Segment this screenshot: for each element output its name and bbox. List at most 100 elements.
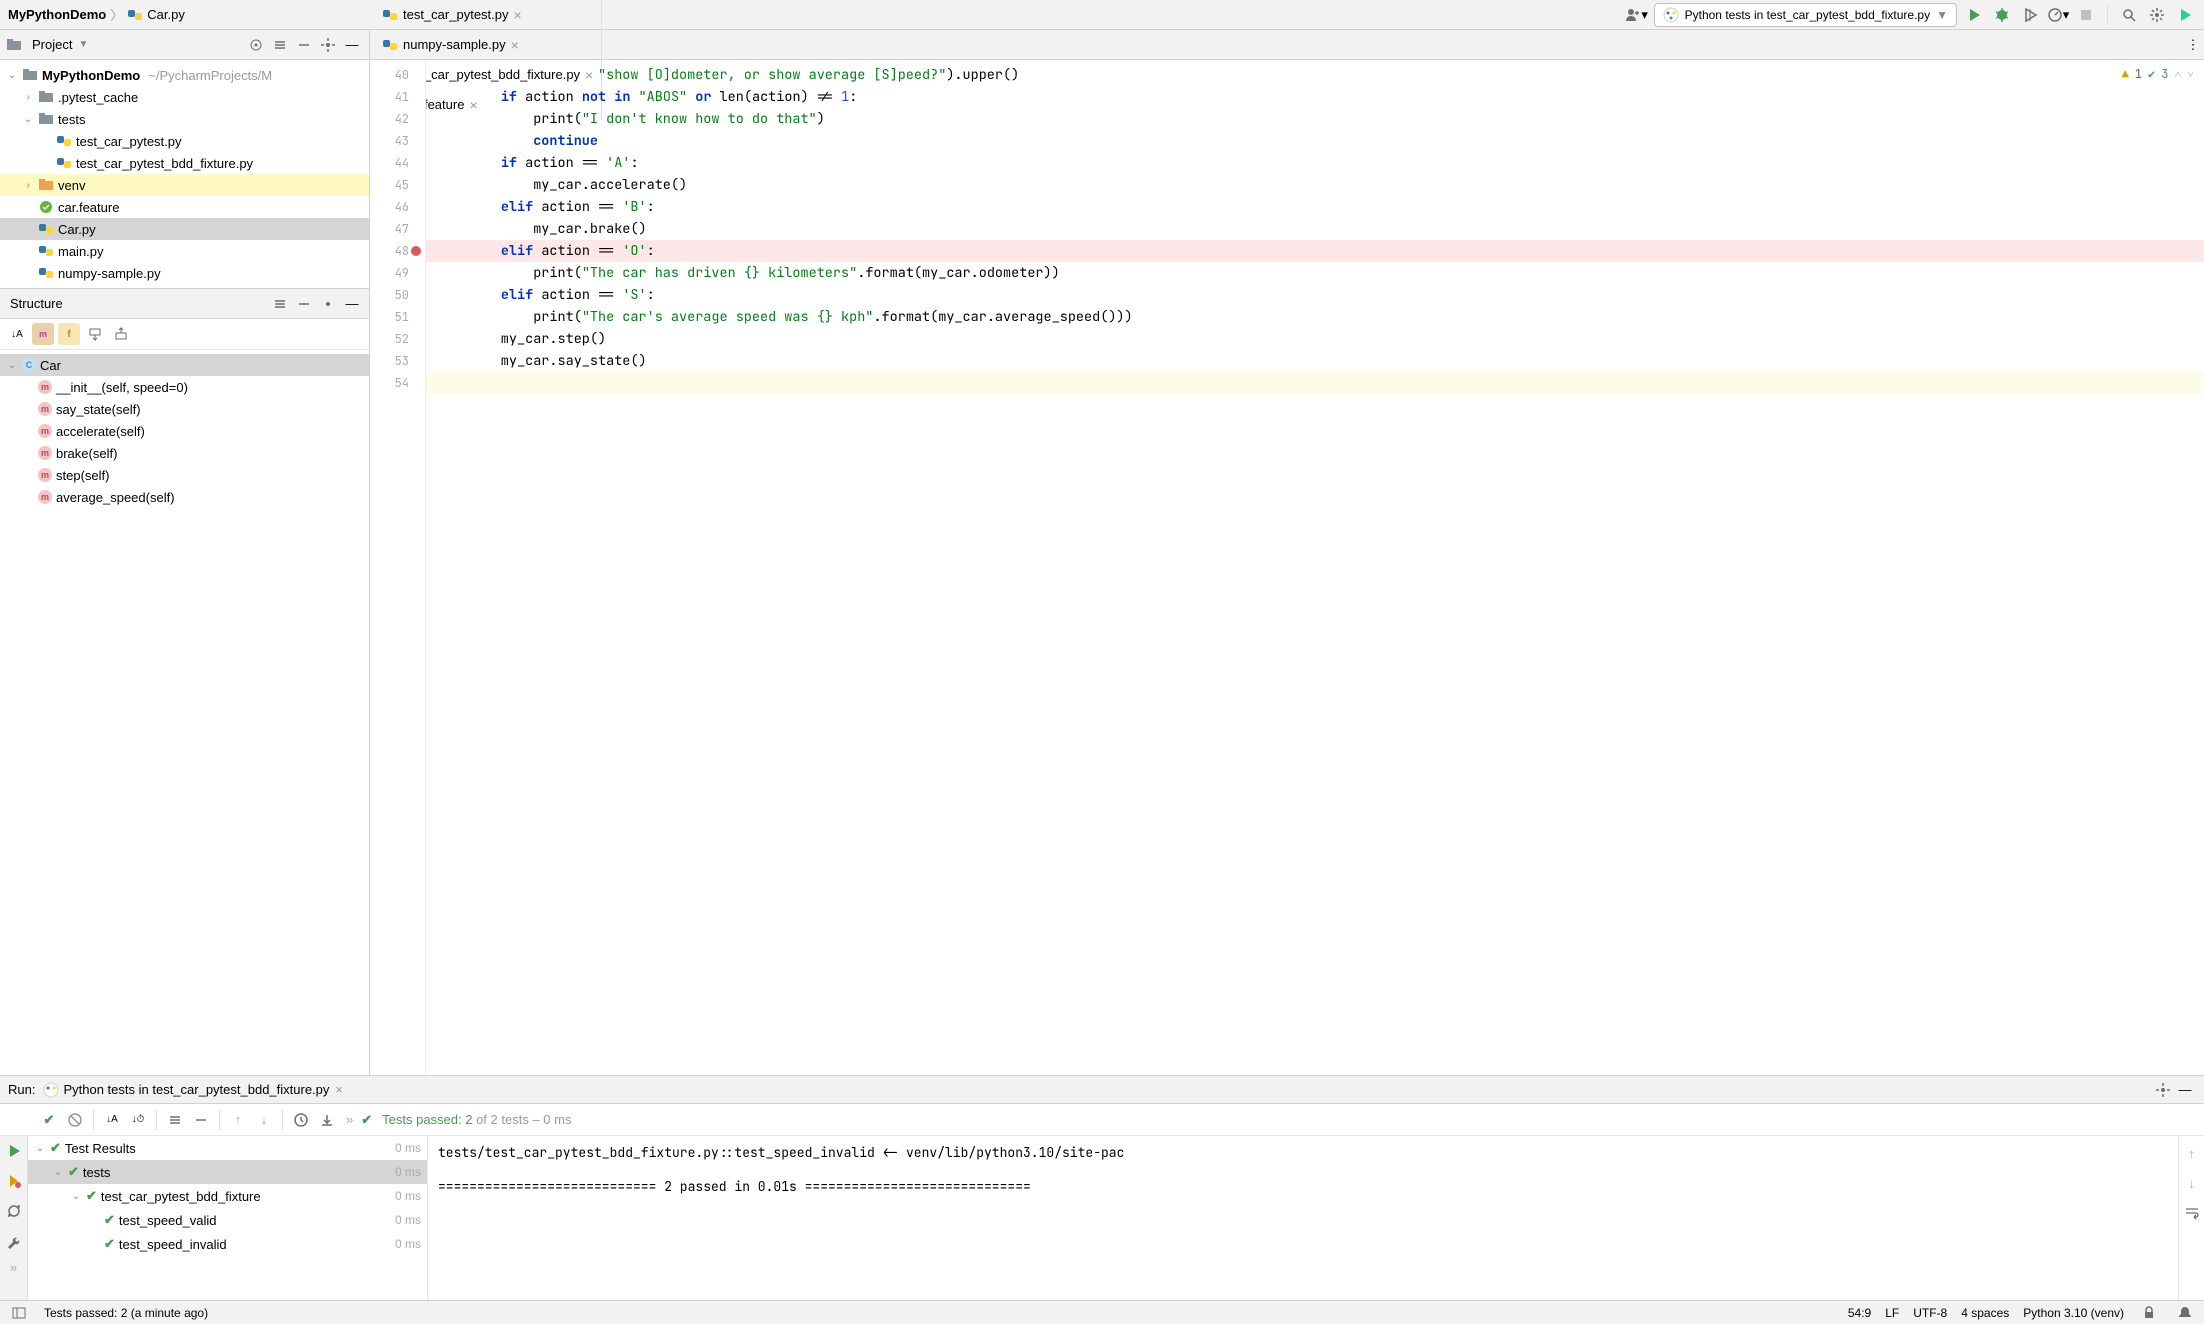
run-config-label: Python tests in test_car_pytest_bdd_fixt… — [1685, 8, 1930, 22]
search-button[interactable] — [2118, 4, 2140, 26]
coverage-button[interactable] — [2019, 4, 2041, 26]
hide-icon[interactable]: — — [2174, 1079, 2196, 1101]
filter-methods-icon[interactable]: m — [32, 323, 54, 345]
test-result-row[interactable]: ⌄✔tests0 ms — [28, 1160, 427, 1184]
structure-tree[interactable]: ⌄ C Car m__init__(self, speed=0)msay_sta… — [0, 350, 369, 1075]
gear-icon[interactable] — [317, 34, 339, 56]
test-results-tree[interactable]: ⌄✔Test Results0 ms⌄✔tests0 ms⌄✔test_car_… — [28, 1136, 428, 1300]
wrench-icon[interactable] — [3, 1230, 25, 1252]
hide-icon[interactable]: — — [341, 34, 363, 56]
notifications-icon[interactable] — [2174, 1302, 2196, 1324]
debug-button[interactable] — [1991, 4, 2013, 26]
project-folder-icon — [22, 67, 38, 83]
project-root[interactable]: ⌄ MyPythonDemo ~/PycharmProjects/M — [0, 64, 369, 86]
collapse-all-icon[interactable] — [293, 293, 315, 315]
lock-icon[interactable] — [2138, 1302, 2160, 1324]
rerun-button[interactable] — [3, 1140, 25, 1162]
test-console[interactable]: tests/test_car_pytest_bdd_fixture.py::te… — [428, 1136, 2178, 1300]
file-encoding[interactable]: UTF-8 — [1913, 1306, 1947, 1320]
project-item[interactable]: numpy-sample.py — [0, 262, 369, 284]
editor-gutter[interactable]: 404142434445464748495051525354 — [370, 60, 426, 1075]
project-item[interactable]: ›.pytest_cache — [0, 86, 369, 108]
test-history-icon[interactable] — [290, 1109, 312, 1131]
breadcrumb-file[interactable]: Car.py — [147, 7, 185, 22]
run-button[interactable] — [1963, 4, 1985, 26]
project-item[interactable]: test_car_pytest.py — [0, 130, 369, 152]
dropdown-icon[interactable]: ▼ — [78, 39, 88, 50]
more-icon[interactable]: » — [10, 1260, 17, 1275]
sort-alpha-icon[interactable]: ↓A — [6, 323, 28, 345]
collapse-all-icon[interactable] — [293, 34, 315, 56]
close-icon[interactable]: × — [335, 1082, 343, 1097]
autoscroll-to-icon[interactable] — [84, 323, 106, 345]
test-result-row[interactable]: ✔test_speed_invalid0 ms — [28, 1232, 427, 1256]
structure-member[interactable]: m__init__(self, speed=0) — [0, 376, 369, 398]
test-result-row[interactable]: ✔test_speed_valid0 ms — [28, 1208, 427, 1232]
soft-wrap-icon[interactable] — [2181, 1202, 2203, 1224]
add-user-icon[interactable]: ▾ — [1626, 4, 1648, 26]
rerun-failed-icon[interactable] — [3, 1170, 25, 1192]
prev-failed-icon[interactable]: ↑ — [227, 1109, 249, 1131]
code-editor[interactable]: 404142434445464748495051525354 "show [O]… — [370, 60, 2204, 1075]
structure-member[interactable]: maverage_speed(self) — [0, 486, 369, 508]
expand-all-icon[interactable] — [269, 293, 291, 315]
scroll-down-icon[interactable]: ↓ — [2181, 1172, 2203, 1194]
prev-highlight-icon[interactable]: ˄ — [2174, 66, 2181, 82]
settings-button[interactable] — [2146, 4, 2168, 26]
project-item[interactable]: main.py — [0, 240, 369, 262]
autoscroll-from-icon[interactable] — [110, 323, 132, 345]
breakpoint-icon[interactable] — [411, 246, 421, 256]
next-highlight-icon[interactable]: ˅ — [2187, 66, 2194, 82]
project-item[interactable]: car.feature — [0, 196, 369, 218]
structure-member[interactable]: maccelerate(self) — [0, 420, 369, 442]
pycharm-icon[interactable] — [2174, 4, 2196, 26]
close-icon[interactable]: × — [511, 37, 519, 53]
next-failed-icon[interactable]: ↓ — [253, 1109, 275, 1131]
project-item[interactable]: Car.py — [0, 218, 369, 240]
filter-fields-icon[interactable]: f — [58, 323, 80, 345]
sort-duration-icon[interactable]: ↓⏱ — [127, 1109, 149, 1131]
project-item[interactable]: ›venv — [0, 174, 369, 196]
gear-icon[interactable] — [2152, 1079, 2174, 1101]
project-view-title[interactable]: Project — [32, 37, 72, 52]
hide-icon[interactable]: — — [341, 293, 363, 315]
profile-button[interactable]: ▾ — [2047, 4, 2069, 26]
show-passed-icon[interactable]: ✔ — [38, 1109, 60, 1131]
expand-all-icon[interactable] — [164, 1109, 186, 1131]
sort-alpha-icon[interactable]: ↓A — [101, 1109, 123, 1131]
project-item[interactable]: ⌄tests — [0, 108, 369, 130]
tool-windows-icon[interactable] — [8, 1302, 30, 1324]
structure-view-title[interactable]: Structure — [10, 296, 63, 311]
select-opened-icon[interactable] — [245, 34, 267, 56]
structure-member[interactable]: mbrake(self) — [0, 442, 369, 464]
editor-tab[interactable]: numpy-sample.py× — [374, 30, 602, 60]
structure-class[interactable]: ⌄ C Car — [0, 354, 369, 376]
stop-button[interactable] — [2075, 4, 2097, 26]
structure-member[interactable]: msay_state(self) — [0, 398, 369, 420]
inspections-widget[interactable]: ▲1 ✔3 ˄ ˅ — [2122, 66, 2194, 82]
project-item[interactable]: test_car_pytest_bdd_fixture.py — [0, 152, 369, 174]
editor-tab[interactable]: test_car_pytest.py× — [374, 0, 602, 30]
more-icon[interactable]: ⋮ — [2182, 34, 2204, 56]
collapse-all-icon[interactable] — [190, 1109, 212, 1131]
breadcrumb-project[interactable]: MyPythonDemo — [8, 7, 106, 22]
project-tree[interactable]: ⌄ MyPythonDemo ~/PycharmProjects/M ›.pyt… — [0, 60, 369, 288]
indent-setting[interactable]: 4 spaces — [1961, 1306, 2009, 1320]
toggle-auto-icon[interactable] — [3, 1200, 25, 1222]
run-configuration-selector[interactable]: Python tests in test_car_pytest_bdd_fixt… — [1654, 3, 1957, 27]
line-separator[interactable]: LF — [1885, 1306, 1899, 1320]
python-interpreter[interactable]: Python 3.10 (venv) — [2023, 1306, 2124, 1320]
structure-member[interactable]: mstep(self) — [0, 464, 369, 486]
expand-all-icon[interactable] — [269, 34, 291, 56]
test-result-row[interactable]: ⌄✔Test Results0 ms — [28, 1136, 427, 1160]
scroll-up-icon[interactable]: ↑ — [2181, 1142, 2203, 1164]
close-icon[interactable]: × — [514, 7, 522, 23]
test-result-row[interactable]: ⌄✔test_car_pytest_bdd_fixture0 ms — [28, 1184, 427, 1208]
method-icon: m — [38, 490, 52, 504]
import-tests-icon[interactable] — [316, 1109, 338, 1131]
ok-count: 3 — [2161, 66, 2168, 82]
show-ignored-icon[interactable] — [64, 1109, 86, 1131]
gear-icon[interactable] — [317, 293, 339, 315]
cursor-position[interactable]: 54:9 — [1848, 1306, 1871, 1320]
run-tab-label[interactable]: Python tests in test_car_pytest_bdd_fixt… — [63, 1082, 329, 1097]
